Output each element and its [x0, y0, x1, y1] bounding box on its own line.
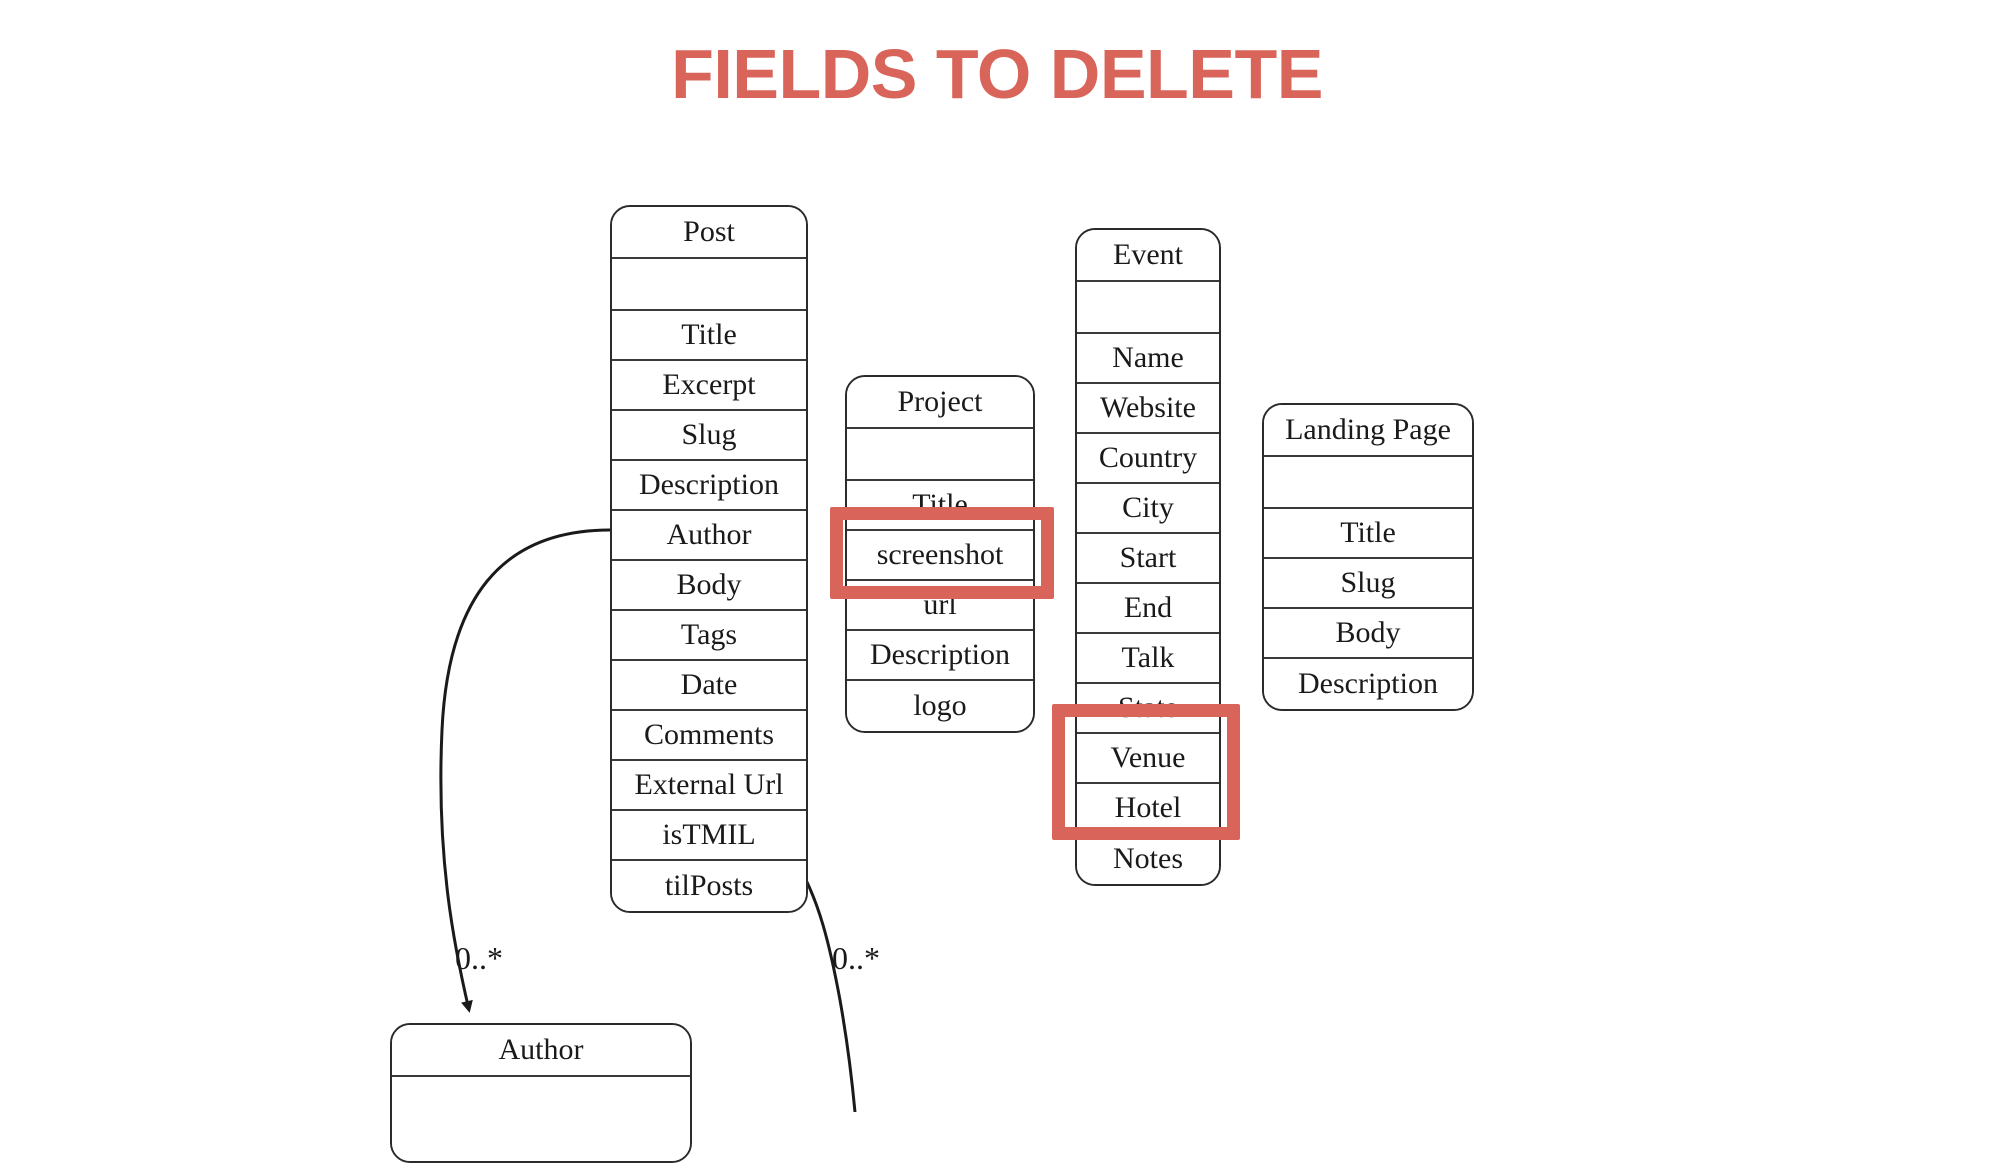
uml-class-post-attributes-compartment [612, 259, 806, 311]
uml-field-event-name: Name [1077, 334, 1219, 384]
uml-field-event-talk: Talk [1077, 634, 1219, 684]
uml-field-post-external-url: External Url [612, 761, 806, 811]
uml-field-event-end: End [1077, 584, 1219, 634]
uml-class-landing-page-title: Landing Page [1264, 405, 1472, 457]
uml-class-project-title: Project [847, 377, 1033, 429]
uml-field-post-author: Author [612, 511, 806, 561]
uml-field-landing-page-body: Body [1264, 609, 1472, 659]
uml-class-event-title: Event [1077, 230, 1219, 282]
uml-class-landing-page-attributes-compartment [1264, 457, 1472, 509]
uml-class-post-title: Post [612, 207, 806, 259]
uml-field-landing-page-slug: Slug [1264, 559, 1472, 609]
uml-field-landing-page-title: Title [1264, 509, 1472, 559]
uml-field-event-city: City [1077, 484, 1219, 534]
multiplicity-label-post-tilposts: 0..* [832, 940, 880, 976]
highlight-box-venue-hotel [1052, 704, 1240, 840]
uml-field-post-comments: Comments [612, 711, 806, 761]
uml-field-post-tags: Tags [612, 611, 806, 661]
uml-field-post-slug: Slug [612, 411, 806, 461]
uml-class-project-attributes-compartment [847, 429, 1033, 481]
uml-field-post-date: Date [612, 661, 806, 711]
association-line-post-tilposts [804, 879, 857, 1112]
uml-field-project-description: Description [847, 631, 1033, 681]
uml-class-author[interactable]: Author [390, 1023, 692, 1163]
uml-field-event-country: Country [1077, 434, 1219, 484]
uml-class-post[interactable]: Post Title Excerpt Slug Description Auth… [610, 205, 808, 913]
uml-field-post-tilposts: tilPosts [612, 861, 806, 911]
uml-field-event-start: Start [1077, 534, 1219, 584]
slide-canvas: FIELDS TO DELETE Post Title Excerpt Slug… [0, 0, 1994, 1163]
highlight-box-screenshot [830, 507, 1054, 599]
uml-field-event-website: Website [1077, 384, 1219, 434]
uml-class-event-attributes-compartment [1077, 282, 1219, 334]
uml-field-post-description: Description [612, 461, 806, 511]
uml-field-post-excerpt: Excerpt [612, 361, 806, 411]
uml-field-project-logo: logo [847, 681, 1033, 731]
uml-class-landing-page[interactable]: Landing Page Title Slug Body Description [1262, 403, 1474, 711]
uml-class-author-title: Author [392, 1025, 690, 1077]
uml-field-post-body: Body [612, 561, 806, 611]
multiplicity-label-post-author: 0..* [455, 940, 503, 976]
uml-field-event-notes: Notes [1077, 834, 1219, 884]
page-title: FIELDS TO DELETE [671, 35, 1323, 113]
uml-field-post-title: Title [612, 311, 806, 361]
association-line-post-author [439, 528, 611, 1013]
uml-field-post-istmil: isTMIL [612, 811, 806, 861]
uml-class-author-attributes-compartment [392, 1077, 690, 1161]
uml-field-landing-page-description: Description [1264, 659, 1472, 709]
